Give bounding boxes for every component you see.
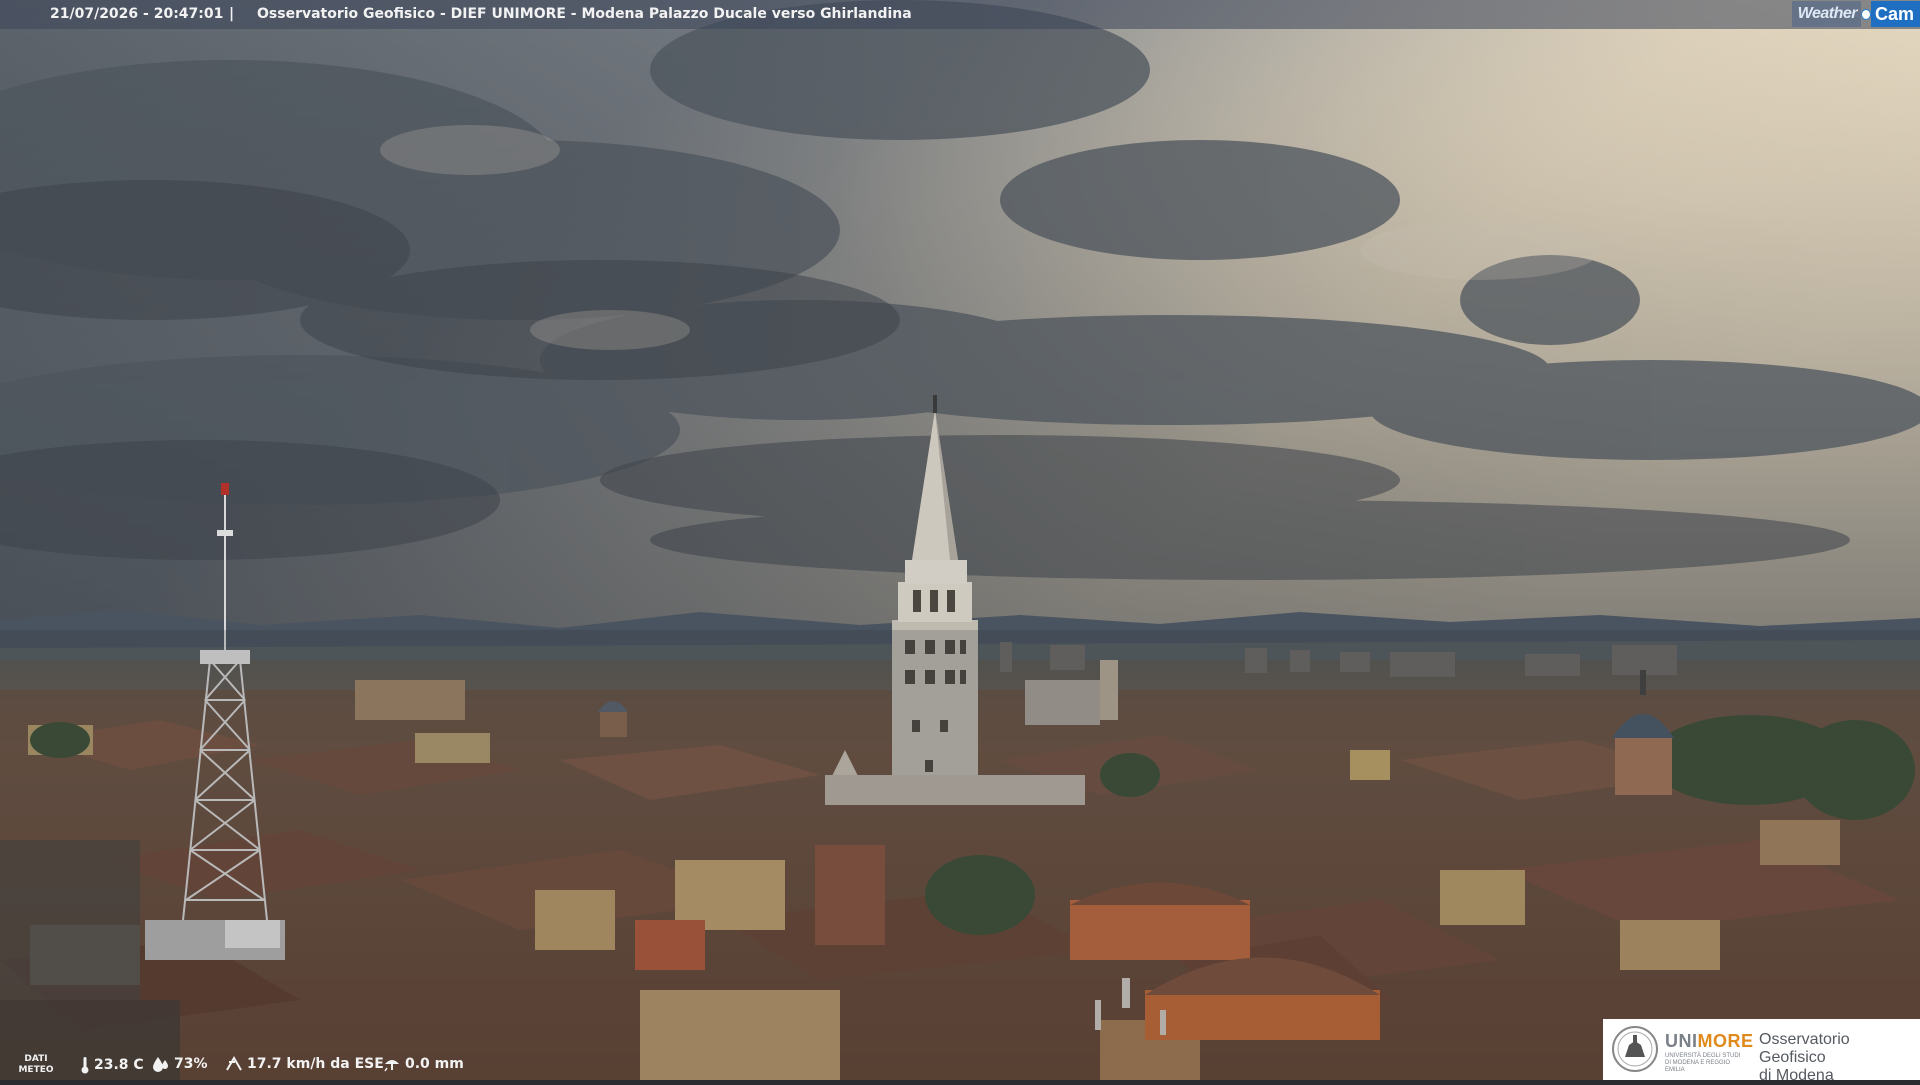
observatory-name: Osservatorio Geofisico di Modena — [1759, 1031, 1850, 1084]
wind-value: 17.7 km/h da ESE — [247, 1056, 384, 1072]
rain-gauge-icon — [383, 1056, 401, 1072]
thermometer-icon — [80, 1056, 90, 1074]
brand-cam: Cam — [1870, 1, 1920, 27]
unimore-wordmark: UNIMORE — [1665, 1031, 1754, 1051]
unimore-logo: UNIMORE UNIVERSITÀ DEGLI STUDI DI MODENA… — [1603, 1019, 1920, 1084]
university-seal-icon — [1612, 1026, 1658, 1072]
unimore-subtitle: UNIVERSITÀ DEGLI STUDI DI MODENA E REGGI… — [1665, 1053, 1741, 1073]
weathercam-brand: Weather Cam — [1791, 1, 1920, 27]
temperature-value: 23.8 C — [94, 1057, 144, 1073]
weather-data-bar: DATI METEO 23.8 C 73% 17.7 km/h da ESE 0… — [0, 1050, 1600, 1080]
separator: | — [229, 6, 235, 22]
rain-reading: 0.0 mm — [383, 1056, 464, 1072]
brand-dot-icon — [1860, 1, 1871, 27]
wind-icon — [225, 1056, 243, 1072]
webcam-image — [0, 0, 1920, 1080]
camera-title: Osservatorio Geofisico - DIEF UNIMORE - … — [257, 6, 912, 22]
wind-reading: 17.7 km/h da ESE — [225, 1056, 384, 1072]
rain-value: 0.0 mm — [405, 1056, 464, 1072]
temperature-reading: 23.8 C — [80, 1056, 144, 1074]
humidity-drop-icon — [152, 1056, 170, 1072]
brand-weather: Weather — [1791, 1, 1861, 27]
humidity-value: 73% — [174, 1056, 208, 1072]
timestamp: 21/07/2026 - 20:47:01 — [50, 6, 224, 22]
top-info-bar: 21/07/2026 - 20:47:01 | Osservatorio Geo… — [0, 0, 1920, 29]
weather-data-label: DATI METEO — [18, 1054, 54, 1075]
humidity-reading: 73% — [152, 1056, 208, 1072]
